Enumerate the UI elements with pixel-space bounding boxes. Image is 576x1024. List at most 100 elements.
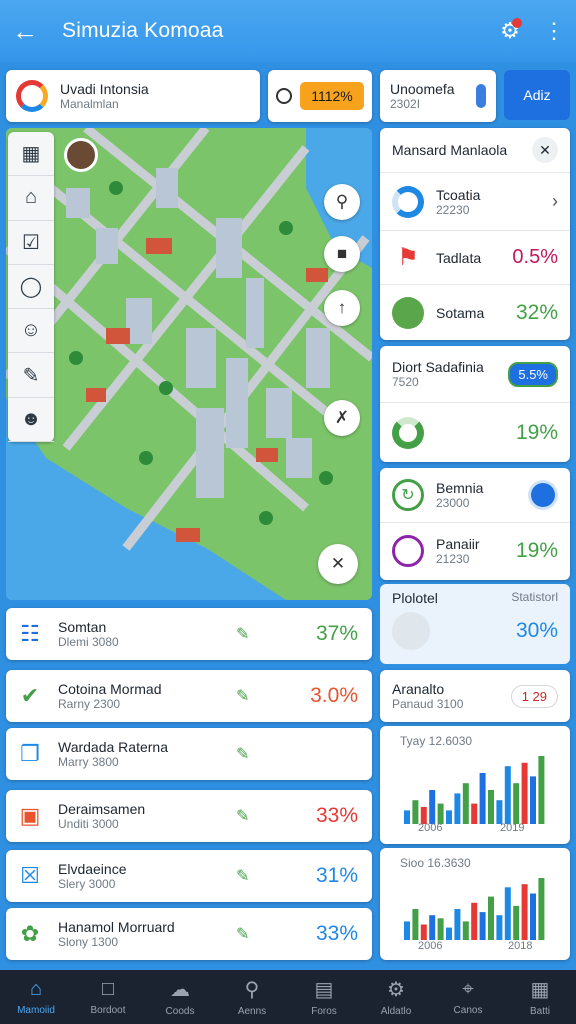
chart-bar [496, 915, 503, 940]
hill-icon [392, 296, 424, 329]
item-sub: 23000 [436, 496, 470, 510]
calendar-icon: ▤ [314, 979, 334, 1001]
target-icon [392, 534, 424, 567]
edit-icon[interactable]: ✎ [236, 924, 292, 944]
clipboard-icon: ❐ [20, 741, 40, 766]
tag-tool-icon[interactable]: ◯ [8, 265, 54, 310]
chart-bar [437, 918, 444, 940]
population-toggle[interactable] [476, 84, 486, 108]
nav-item-home[interactable]: ⌂ Mamoiid [0, 970, 72, 1024]
bike-icon[interactable]: ⚲ [324, 184, 360, 220]
notification-badge [512, 18, 522, 28]
budget-pill[interactable]: 1112% [268, 70, 372, 122]
chart-bar [538, 756, 545, 824]
budget-sub: 7520 [392, 375, 419, 389]
archive-icon: ▦ [530, 979, 550, 1001]
chart-bar [504, 887, 511, 940]
puzzle-tool-icon[interactable]: ✎ [8, 353, 54, 398]
home-tool-icon[interactable]: ⌂ [8, 176, 54, 221]
nav-item-location[interactable]: ⌖ Canos [432, 970, 504, 1024]
close-map-icon[interactable]: ✕ [318, 544, 358, 584]
edit-icon[interactable]: ✎ [236, 744, 292, 764]
leaf-icon: ✿ [20, 921, 40, 946]
list-value: 31% [315, 864, 358, 887]
item-value: 0.5% [512, 246, 558, 268]
tools-icon[interactable]: ✗ [324, 400, 360, 436]
group-tool-icon[interactable]: ☻ [8, 398, 54, 442]
top-bar: ← Simuzia Komoaa ⚙ ⋮ [0, 0, 576, 62]
chart-bars [404, 878, 545, 940]
list-item[interactable]: ☒ Elvdaeince Slery 3000 ✎ 31% [6, 850, 372, 902]
item-name: Sotama [436, 304, 485, 321]
user-tool-icon[interactable]: ☺ [8, 309, 54, 354]
nav-item-settings[interactable]: ⚙ Aldatlo [360, 970, 432, 1024]
chart-bar [412, 800, 419, 824]
radio-icon [276, 88, 292, 104]
bar-chart-1[interactable]: Tyay 12.6030 2006 2019 [380, 726, 570, 844]
panel-item[interactable]: Sotama 32% [380, 284, 570, 340]
region-title: Uvadi Intonsia [60, 81, 149, 97]
nav-label: Mamoiid [17, 1005, 55, 1016]
item-name: Tcoatia [436, 186, 481, 203]
nav-item-cloud[interactable]: ☁ Coods [144, 970, 216, 1024]
close-icon[interactable]: ✕ [532, 137, 558, 163]
stats-value: 30% [515, 619, 558, 642]
list-value: 33% [315, 922, 358, 945]
add-button[interactable]: Adiz [504, 70, 570, 120]
stats-panel: Plolotel Statistorl 30% [380, 584, 570, 664]
population-card[interactable]: Unoomefa 2302I [380, 70, 496, 122]
chart-label: Tyay 12.6030 [400, 734, 473, 748]
edit-icon[interactable]: ✎ [236, 686, 292, 706]
edit-icon[interactable]: ✎ [236, 806, 292, 826]
progress-ring-icon [392, 185, 424, 218]
analysis-sub: Panaud 3100 [392, 697, 464, 711]
nav-label: Foros [311, 1006, 337, 1017]
chart-xlabel: 2006 [418, 940, 443, 952]
nav-item-search[interactable]: ⚲ Aenns [216, 970, 288, 1024]
list-title: Cotoina Mormad [58, 681, 162, 697]
list-item[interactable]: ❐ Wardada Raterna Marry 3800 ✎ [6, 728, 372, 780]
budget-row[interactable]: 19% [380, 402, 570, 462]
nav-item-archive[interactable]: ▦ Batti [504, 970, 576, 1024]
nav-item-monitor[interactable]: □ Bordoot [72, 970, 144, 1024]
panel-item[interactable]: Tcoatia 22230 › [380, 172, 570, 230]
chart-xlabel: 2019 [500, 822, 525, 834]
panel-item[interactable]: ⚑ Tadlata 0.5% [380, 230, 570, 284]
tower-icon[interactable]: ↑ [324, 290, 360, 326]
list-item[interactable]: ▣ Deraimsamen Unditi 3000 ✎ 33% [6, 790, 372, 842]
budget-value: 19% [515, 420, 558, 444]
building-icon[interactable]: ■ [324, 236, 360, 272]
bar-chart-2[interactable]: Sioo 16.3630 2006 2018 [380, 848, 570, 960]
toggle-knob[interactable] [528, 480, 558, 510]
edit-icon[interactable]: ✎ [236, 866, 292, 886]
item-sub: 22230 [436, 202, 470, 217]
city-map[interactable] [6, 128, 372, 600]
list-item[interactable]: ✔ Cotoina Mormad Rarny 2300 ✎ 3.0% [6, 670, 372, 722]
list-item[interactable]: ☷ Somtan Dlemi 3080 ✎ 37% [6, 608, 372, 660]
avatar[interactable] [64, 138, 98, 172]
item-sub: 21230 [436, 551, 470, 566]
chart-bar [404, 921, 410, 940]
refresh-icon: ↻ [392, 479, 424, 511]
notification-icon[interactable]: ⚙ [488, 0, 532, 62]
list-item[interactable]: ✿ Hanamol Morruard Slony 1300 ✎ 33% [6, 908, 372, 960]
station-icon [392, 612, 430, 650]
edit-icon[interactable]: ✎ [236, 624, 292, 644]
list-value: 3.0% [310, 684, 358, 707]
nav-label: Aldatlo [380, 1006, 412, 1017]
check-icon: ✔ [20, 683, 40, 708]
resource-item[interactable]: Panaiir 21230 19% [380, 522, 570, 578]
document-icon: ☷ [20, 621, 40, 646]
resource-item[interactable]: ↻ Bemnia 23000 [380, 468, 570, 522]
chart-bar [530, 776, 536, 824]
region-card[interactable]: Uvadi Intonsia Manalmlan [6, 70, 260, 122]
settings-icon: ⚙ [387, 979, 405, 1001]
analysis-card[interactable]: Aranalto Panaud 3100 1 29 [380, 670, 570, 722]
back-arrow-icon[interactable]: ← [0, 0, 50, 62]
chart-bar [429, 790, 436, 824]
budget-badge: 5.5% [508, 361, 558, 387]
calendar-tool-icon[interactable]: ▦ [8, 132, 54, 177]
checkbox-tool-icon[interactable]: ☑ [8, 221, 54, 265]
nav-item-calendar[interactable]: ▤ Foros [288, 970, 360, 1024]
more-menu-icon[interactable]: ⋮ [532, 0, 576, 62]
